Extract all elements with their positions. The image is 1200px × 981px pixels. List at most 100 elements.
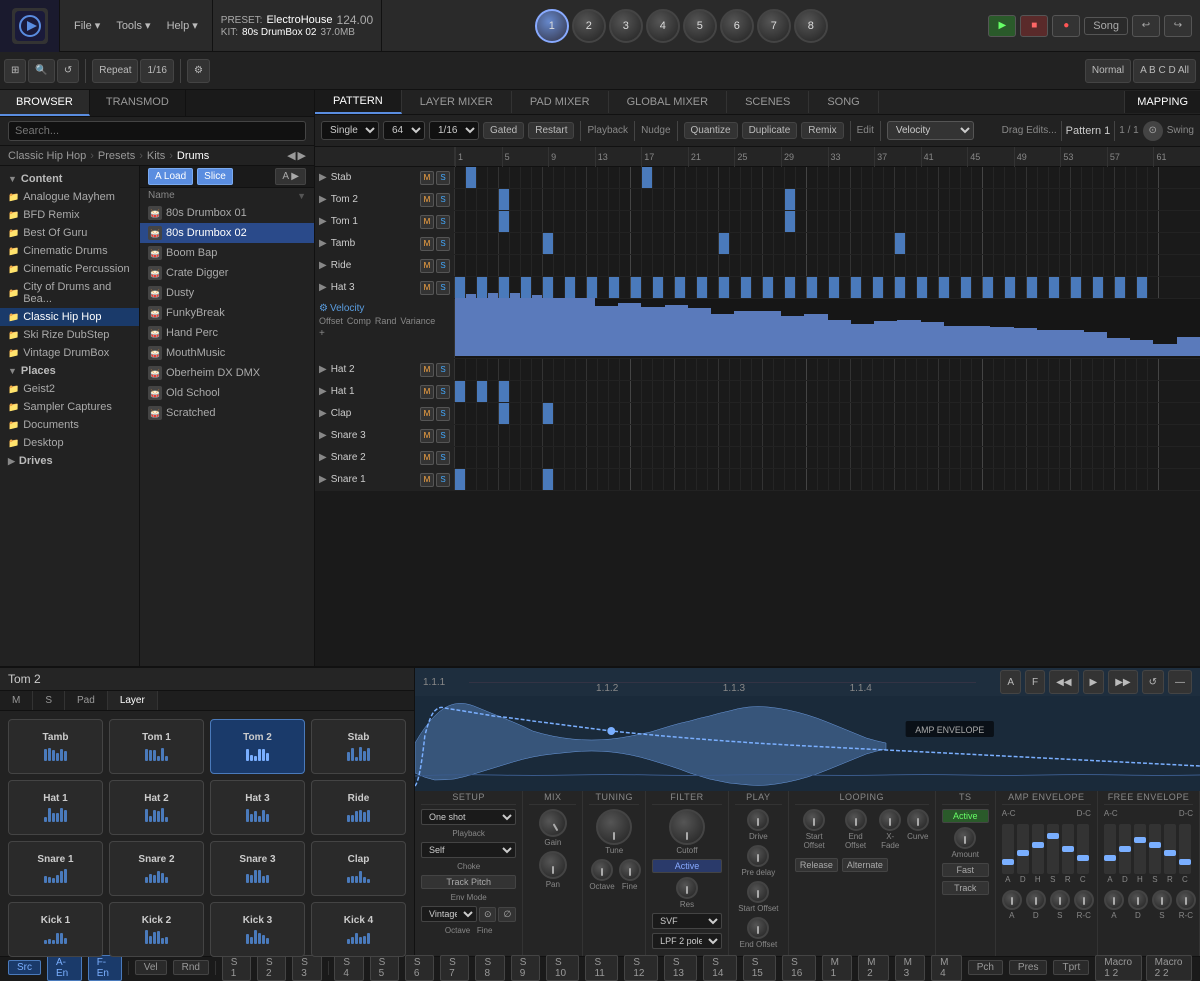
seq-cell-2-12[interactable] [587, 211, 598, 232]
seq-cell-4-17[interactable] [642, 255, 653, 276]
seq-cell-1-58[interactable] [1093, 189, 1104, 210]
vel-bar-3[interactable] [525, 295, 548, 356]
seq-cell-4-54[interactable] [1049, 255, 1060, 276]
ts-amount-knob[interactable] [954, 827, 976, 849]
seq-cell-2-36[interactable] [851, 211, 862, 232]
seq-cell-2-35[interactable] [840, 211, 851, 232]
seq-cell-10-11[interactable] [576, 447, 587, 468]
seq-cell-11-1[interactable] [466, 469, 477, 490]
pad-kick-3[interactable]: Kick 3 [210, 902, 305, 957]
seq-cell-6-55[interactable] [1060, 359, 1071, 380]
release-btn[interactable]: Release [795, 858, 838, 872]
seq-cell-4-39[interactable] [884, 255, 895, 276]
seq-cell-7-47[interactable] [972, 381, 983, 402]
seq-cell-7-63[interactable] [1148, 381, 1159, 402]
seq-cell-8-0[interactable] [455, 403, 466, 424]
refresh-btn[interactable]: ↺ [57, 59, 79, 83]
track-s-5[interactable]: S [436, 281, 450, 295]
free-c-slider[interactable] [1179, 824, 1191, 874]
seq-cell-3-13[interactable] [598, 233, 609, 254]
seq-cell-1-22[interactable] [697, 189, 708, 210]
seq-cell-0-25[interactable] [730, 167, 741, 188]
status-btn-s-15[interactable]: S 15 [743, 955, 776, 981]
seq-cell-0-30[interactable] [785, 167, 796, 188]
seq-cell-10-50[interactable] [1005, 447, 1016, 468]
seq-cell-3-56[interactable] [1071, 233, 1082, 254]
seq-cell-1-18[interactable] [653, 189, 664, 210]
seq-cell-8-36[interactable] [851, 403, 862, 424]
seq-cell-3-3[interactable] [488, 233, 499, 254]
seq-cell-2-37[interactable] [862, 211, 873, 232]
seq-cell-4-42[interactable] [917, 255, 928, 276]
wf-loop[interactable]: ↺ [1142, 670, 1164, 694]
seq-cell-7-23[interactable] [708, 381, 719, 402]
seq-cell-5-41[interactable] [906, 277, 917, 298]
seq-cell-9-56[interactable] [1071, 425, 1082, 446]
tab-scenes[interactable]: SCENES [727, 91, 809, 113]
pad-6[interactable]: 6 [720, 9, 754, 43]
track-tab-pad[interactable]: Pad [65, 691, 108, 710]
seq-cell-4-19[interactable] [664, 255, 675, 276]
seq-cell-1-43[interactable] [928, 189, 939, 210]
fine-knob[interactable] [619, 859, 641, 881]
seq-cell-11-41[interactable] [906, 469, 917, 490]
seq-cell-9-51[interactable] [1016, 425, 1027, 446]
seq-cell-3-50[interactable] [1005, 233, 1016, 254]
seq-cell-5-49[interactable] [994, 277, 1005, 298]
track-expand-9[interactable]: ▶ [319, 430, 327, 441]
pad-4[interactable]: 4 [646, 9, 680, 43]
seq-cell-2-58[interactable] [1093, 211, 1104, 232]
seq-cell-7-40[interactable] [895, 381, 906, 402]
seq-cell-10-51[interactable] [1016, 447, 1027, 468]
seq-cell-0-22[interactable] [697, 167, 708, 188]
seq-cell-10-63[interactable] [1148, 447, 1159, 468]
seq-cell-2-1[interactable] [466, 211, 477, 232]
seq-cell-10-20[interactable] [675, 447, 686, 468]
free-h-slider[interactable] [1134, 824, 1146, 874]
seq-cell-0-48[interactable] [983, 167, 994, 188]
tree-cinematic-perc[interactable]: 📁 Cinematic Percussion [0, 260, 139, 278]
seq-cell-8-58[interactable] [1093, 403, 1104, 424]
seq-cell-10-26[interactable] [741, 447, 752, 468]
seq-cell-5-20[interactable] [675, 277, 686, 298]
seq-cell-7-55[interactable] [1060, 381, 1071, 402]
seq-cell-5-5[interactable] [510, 277, 521, 298]
seq-cell-6-54[interactable] [1049, 359, 1060, 380]
seq-cell-11-36[interactable] [851, 469, 862, 490]
seq-cell-1-20[interactable] [675, 189, 686, 210]
seq-cell-2-8[interactable] [543, 211, 554, 232]
seq-cell-10-43[interactable] [928, 447, 939, 468]
seq-cell-2-25[interactable] [730, 211, 741, 232]
seq-cell-3-2[interactable] [477, 233, 488, 254]
status-btn-m-4[interactable]: M 4 [931, 955, 962, 981]
seq-cell-4-9[interactable] [554, 255, 565, 276]
playback-select[interactable]: One shot Loop [421, 809, 516, 825]
seq-cell-3-35[interactable] [840, 233, 851, 254]
status-right-btn-macro-2-2[interactable]: Macro 2 2 [1146, 955, 1192, 981]
seq-cell-4-61[interactable] [1126, 255, 1137, 276]
seq-cell-11-48[interactable] [983, 469, 994, 490]
seq-cell-6-39[interactable] [884, 359, 895, 380]
seq-cell-0-26[interactable] [741, 167, 752, 188]
seq-cell-0-52[interactable] [1027, 167, 1038, 188]
seq-cell-0-11[interactable] [576, 167, 587, 188]
tree-documents[interactable]: 📁 Documents [0, 416, 139, 434]
seq-cell-10-39[interactable] [884, 447, 895, 468]
seq-cell-4-63[interactable] [1148, 255, 1159, 276]
seq-cell-11-14[interactable] [609, 469, 620, 490]
seq-cell-10-40[interactable] [895, 447, 906, 468]
seq-cell-5-21[interactable] [686, 277, 697, 298]
track-s-7[interactable]: S [436, 385, 450, 399]
seq-cell-11-63[interactable] [1148, 469, 1159, 490]
seq-cell-7-2[interactable] [477, 381, 488, 402]
seq-cell-1-13[interactable] [598, 189, 609, 210]
amp-r-slider[interactable] [1062, 824, 1074, 874]
seq-cell-3-34[interactable] [829, 233, 840, 254]
seq-cell-11-61[interactable] [1126, 469, 1137, 490]
seq-cell-6-26[interactable] [741, 359, 752, 380]
seq-cell-4-40[interactable] [895, 255, 906, 276]
pad-clap[interactable]: Clap [311, 841, 406, 896]
seq-cell-5-43[interactable] [928, 277, 939, 298]
track-m-10[interactable]: M [420, 451, 434, 465]
slice-btn[interactable]: Slice [197, 168, 233, 185]
